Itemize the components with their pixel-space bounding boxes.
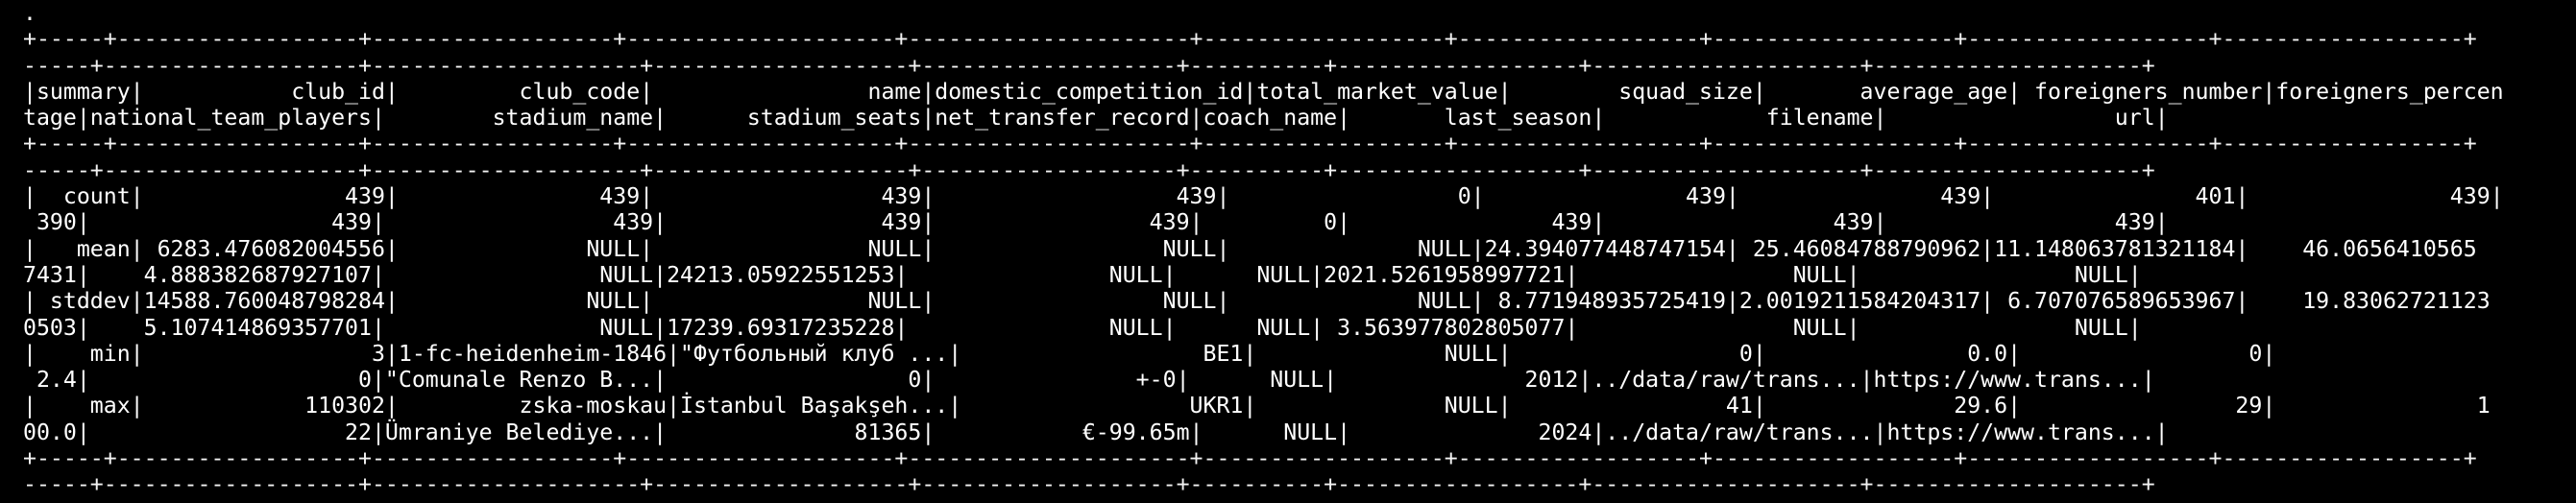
table-header-row: |summary| club_id| club_code| name|domes… — [23, 78, 2504, 105]
table-header-row-wrap: tage|national_team_players| stadium_name… — [23, 105, 2169, 132]
table-top-border: +-----+------------------+--------------… — [23, 26, 2477, 53]
table-row-stddev: | stddev|14588.760048798284| NULL| NULL|… — [23, 288, 2491, 315]
terminal-prompt-line: . — [23, 0, 36, 26]
table-header-separator: +-----+------------------+--------------… — [23, 131, 2477, 157]
terminal-window[interactable]: . +-----+------------------+------------… — [0, 0, 2576, 503]
table-row-mean: | mean| 6283.476082004556| NULL| NULL| N… — [23, 235, 2477, 262]
table-row-stddev-wrap: 0503| 5.107414869357701| NULL|17239.6931… — [23, 314, 2142, 341]
table-bottom-border: +-----+------------------+--------------… — [23, 445, 2477, 472]
table-top-border-wrap: -----+-------------------+--------------… — [23, 52, 2155, 79]
table-row-count: | count| 439| 439| 439| 439| 0| 439| 439… — [23, 183, 2504, 210]
table-row-count-wrap: 390| 439| 439| 439| 439| 0| 439| 439| 43… — [23, 209, 2169, 236]
table-row-max-wrap: 00.0| 22|Ümraniye Belediye...| 81365| €-… — [23, 419, 2169, 445]
table-row-min-wrap: 2.4| 0|"Comunale Renzo B...| 0| +-0| NUL… — [23, 367, 2155, 394]
table-bottom-border-wrap: -----+-------------------+--------------… — [23, 471, 2155, 498]
table-row-mean-wrap: 7431| 4.888382687927107| NULL|24213.0592… — [23, 261, 2142, 288]
table-row-min: | min| 3|1-fc-heidenheim-1846|"Футбольны… — [23, 340, 2276, 367]
table-row-max: | max| 110302| zska-moskau|İstanbul Başa… — [23, 393, 2491, 419]
table-header-separator-wrap: -----+-------------------+--------------… — [23, 156, 2155, 183]
